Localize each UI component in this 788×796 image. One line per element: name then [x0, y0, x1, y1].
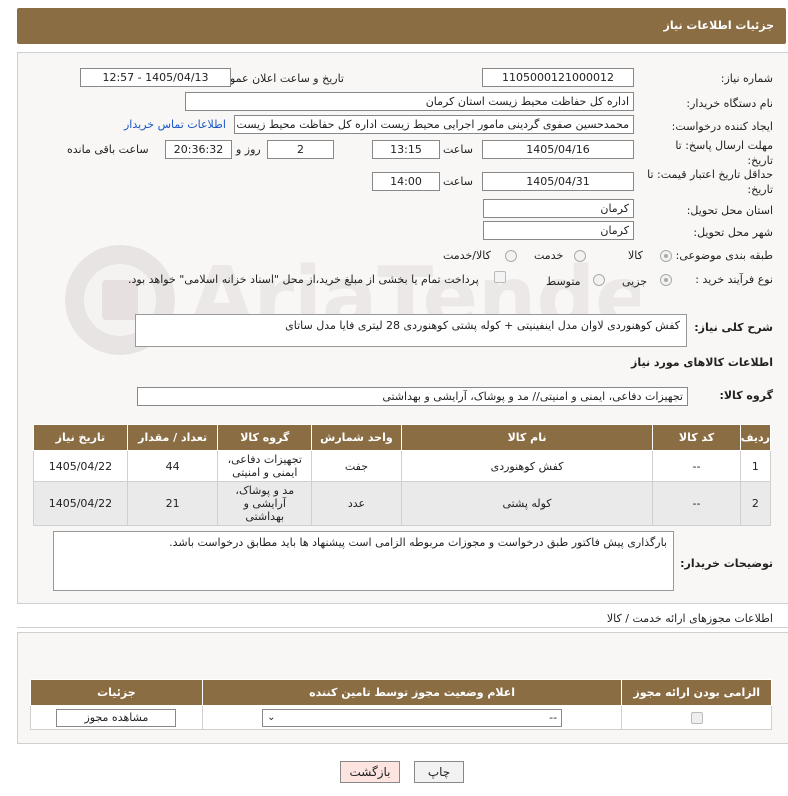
page-title: جزئیات اطلاعات نیاز — [663, 19, 775, 32]
back-button[interactable]: بازگشت — [340, 761, 400, 783]
category-radio-goods[interactable] — [660, 250, 672, 262]
col-qty: تعداد / مقدار — [126, 424, 219, 451]
creator-label: ایجاد کننده درخواست: — [671, 120, 773, 133]
treasury-payment-checkbox[interactable] — [494, 271, 506, 283]
category-option-service: خدمت — [534, 249, 564, 262]
page-header: جزئیات اطلاعات نیاز — [17, 8, 786, 44]
permit-required-checkbox — [690, 712, 703, 724]
col-permit-required: الزامی بودن ارائه مجوز — [621, 679, 772, 706]
purchase-radio-medium[interactable] — [593, 274, 605, 286]
category-label: طبقه بندی موضوعی: — [675, 249, 773, 262]
days-label: روز و — [236, 143, 261, 156]
province-field: کرمان — [483, 199, 634, 218]
row-code: -- — [652, 481, 741, 526]
need-number-label: شماره نیاز: — [720, 72, 773, 85]
permits-table: الزامی بودن ارائه مجوز اعلام وضعیت مجوز … — [30, 679, 772, 730]
category-option-both: کالا/خدمت — [443, 249, 491, 262]
goods-group-label: گروه کالا: — [719, 389, 773, 402]
price-date-field: 1405/04/31 — [482, 172, 634, 191]
province-label: استان محل تحویل: — [686, 204, 773, 217]
deadline-date-field: 1405/04/16 — [482, 140, 634, 159]
row-group: مد و پوشاک، آرایشی و بهداشتی — [217, 481, 313, 526]
col-permit-status: اعلام وضعیت مجوز توسط تامین کننده — [201, 679, 623, 706]
price-time-label: ساعت — [443, 175, 473, 188]
view-permit-button[interactable]: مشاهده مجوز — [56, 708, 177, 727]
buyer-org-label: نام دستگاه خریدار: — [686, 97, 773, 110]
permit-status-select[interactable]: -- ⌄ — [262, 708, 563, 727]
table-row: 2 -- کوله پشتی عدد مد و پوشاک، آرایشی و … — [33, 481, 772, 526]
permit-status-cell: -- ⌄ — [201, 705, 623, 730]
city-label: شهر محل تحویل: — [693, 226, 773, 239]
row-group: تجهیزات دفاعی، ایمنی و امنیتی — [217, 450, 313, 482]
purchase-option-small: جزیی — [622, 275, 648, 288]
deadline-time-field: 13:15 — [372, 140, 440, 159]
row-number: 2 — [739, 481, 772, 526]
summary-field: کفش کوهنوردی لاوان مدل اینفینیتی + کوله … — [135, 314, 687, 347]
permit-details-cell: مشاهده مجوز — [30, 705, 203, 730]
chevron-down-icon: ⌄ — [267, 711, 276, 723]
creator-field: محمدحسین صفوی گردینی مامور اجرایی محیط ز… — [234, 115, 634, 134]
row-number: 1 — [739, 450, 772, 482]
row-unit: عدد — [311, 481, 402, 526]
goods-table: ردیف کد کالا نام کالا واحد شمارش گروه کا… — [33, 424, 772, 526]
col-group: گروه کالا — [217, 424, 313, 451]
purchase-type-label: نوع فرآیند خرید : — [695, 273, 773, 286]
days-remaining-field: 2 — [267, 140, 334, 159]
row-name: کوله پشتی — [400, 481, 654, 526]
row-date: 1405/04/22 — [33, 481, 128, 526]
price-validity-label: حداقل تاریخ اعتبار قیمت: تا تاریخ: — [647, 168, 773, 196]
row-unit: جفت — [311, 450, 402, 482]
buyer-contact-link[interactable]: اطلاعات تماس خریدار — [124, 118, 226, 131]
announce-date-label: تاریخ و ساعت اعلان عمومی: — [211, 72, 344, 85]
table-row: -- ⌄ مشاهده مجوز — [30, 705, 772, 730]
time-remaining-field: 20:36:32 — [165, 140, 232, 159]
purchase-radio-small[interactable] — [660, 274, 672, 286]
purchase-option-medium: متوسط — [546, 275, 581, 288]
goods-section-title: اطلاعات کالاهای مورد نیاز — [631, 356, 773, 369]
row-code: -- — [652, 450, 741, 482]
permits-title: اطلاعات مجوزهای ارائه خدمت / کالا — [606, 612, 773, 625]
col-unit: واحد شمارش — [311, 424, 402, 451]
col-permit-details: جزئیات — [30, 679, 203, 706]
col-name: نام کالا — [400, 424, 654, 451]
goods-group-field: تجهیزات دفاعی، ایمنی و امنیتی// مد و پوش… — [137, 387, 688, 406]
col-date: تاریخ نیاز — [33, 424, 128, 451]
row-qty: 21 — [126, 481, 219, 526]
row-date: 1405/04/22 — [33, 450, 128, 482]
row-name: کفش کوهنوردی — [400, 450, 654, 482]
table-row: 1 -- کفش کوهنوردی جفت تجهیزات دفاعی، ایم… — [33, 450, 772, 482]
time-remaining-label: ساعت باقی مانده — [67, 143, 149, 156]
city-field: کرمان — [483, 221, 634, 240]
treasury-payment-note: پرداخت تمام یا بخشی از مبلغ خرید،از محل … — [128, 273, 479, 286]
buyer-org-field: اداره کل حفاظت محیط زیست استان کرمان — [185, 92, 634, 111]
category-radio-service[interactable] — [574, 250, 586, 262]
col-code: کد کالا — [652, 424, 741, 451]
announce-date-field: 1405/04/13 - 12:57 — [80, 68, 231, 87]
buyer-notes-field: بارگذاری پیش فاکتور طبق درخواست و مجوزات… — [53, 531, 674, 591]
price-time-field: 14:00 — [372, 172, 440, 191]
permits-table-header: الزامی بودن ارائه مجوز اعلام وضعیت مجوز … — [30, 679, 772, 706]
deadline-label: مهلت ارسال پاسخ: تا تاریخ: — [675, 139, 773, 167]
print-button[interactable]: چاپ — [414, 761, 464, 783]
permit-required-cell — [621, 705, 772, 730]
permits-divider — [17, 627, 788, 628]
category-option-goods: کالا — [628, 249, 643, 262]
col-row: ردیف — [739, 424, 772, 451]
deadline-time-label: ساعت — [443, 143, 473, 156]
buyer-notes-label: توضیحات خریدار: — [680, 557, 773, 570]
summary-label: شرح کلی نیاز: — [694, 321, 773, 334]
row-qty: 44 — [126, 450, 219, 482]
category-radio-both[interactable] — [505, 250, 517, 262]
goods-table-header: ردیف کد کالا نام کالا واحد شمارش گروه کا… — [33, 424, 772, 451]
need-number-field: 1105000121000012 — [482, 68, 634, 87]
permit-status-value: -- — [549, 710, 558, 724]
